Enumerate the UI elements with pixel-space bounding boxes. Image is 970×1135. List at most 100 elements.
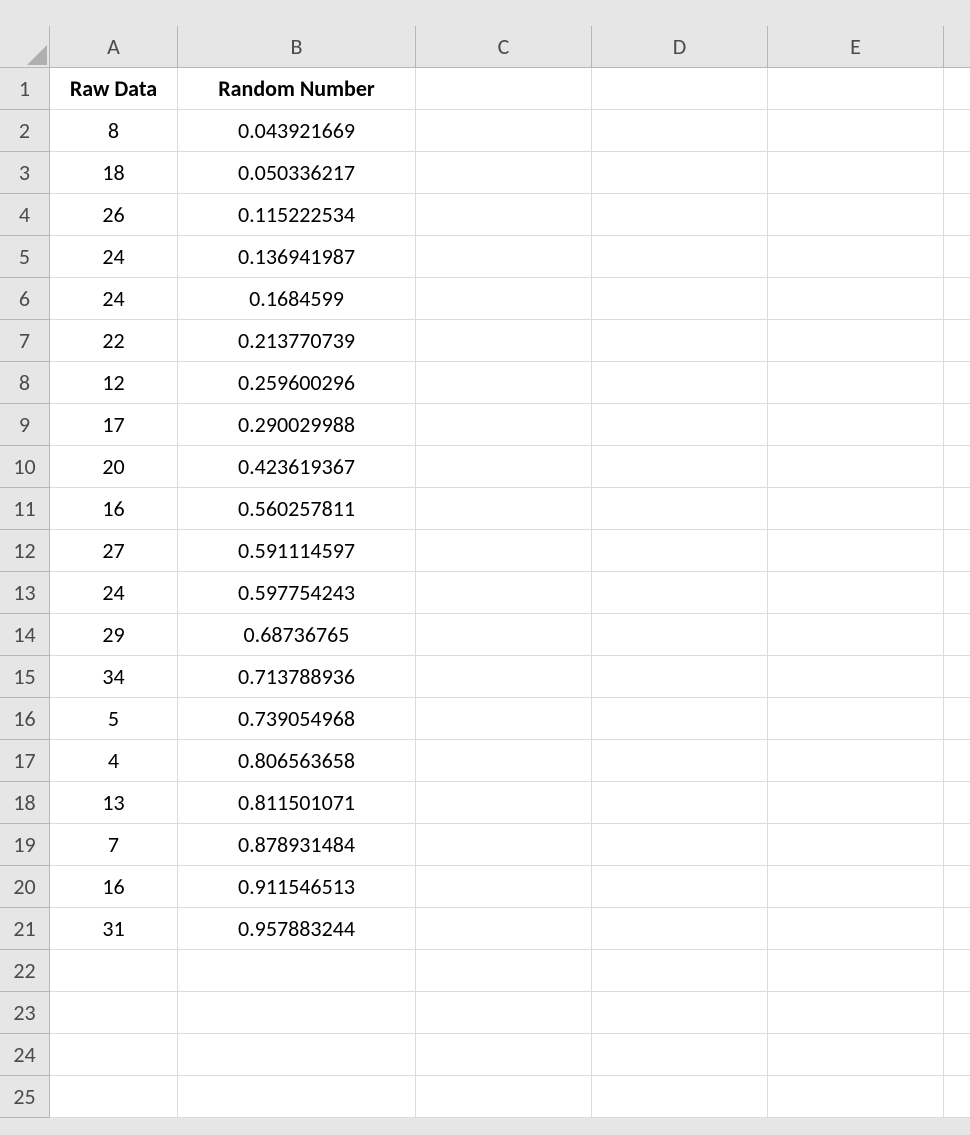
cell-F6[interactable] [944,278,970,320]
cell-B23[interactable] [178,992,416,1034]
cell-D11[interactable] [592,488,768,530]
row-header-11[interactable]: 11 [0,488,50,530]
cell-E14[interactable] [768,614,944,656]
cell-B4[interactable]: 0.115222534 [178,194,416,236]
column-header-B[interactable]: B [178,26,416,68]
cell-E20[interactable] [768,866,944,908]
row-header-25[interactable]: 25 [0,1076,50,1118]
cell-C15[interactable] [416,656,592,698]
cell-D21[interactable] [592,908,768,950]
cell-A9[interactable]: 17 [50,404,178,446]
cell-E17[interactable] [768,740,944,782]
cell-B3[interactable]: 0.050336217 [178,152,416,194]
cell-B10[interactable]: 0.423619367 [178,446,416,488]
cell-C13[interactable] [416,572,592,614]
cell-D25[interactable] [592,1076,768,1118]
cell-C10[interactable] [416,446,592,488]
cell-F24[interactable] [944,1034,970,1076]
cell-D24[interactable] [592,1034,768,1076]
cell-E10[interactable] [768,446,944,488]
cell-E12[interactable] [768,530,944,572]
row-header-13[interactable]: 13 [0,572,50,614]
cell-F5[interactable] [944,236,970,278]
column-header-D[interactable]: D [592,26,768,68]
cell-B2[interactable]: 0.043921669 [178,110,416,152]
cell-D1[interactable] [592,68,768,110]
cell-F7[interactable] [944,320,970,362]
cell-A12[interactable]: 27 [50,530,178,572]
row-header-2[interactable]: 2 [0,110,50,152]
column-header-C[interactable]: C [416,26,592,68]
cell-F15[interactable] [944,656,970,698]
row-header-10[interactable]: 10 [0,446,50,488]
cell-C17[interactable] [416,740,592,782]
cell-D19[interactable] [592,824,768,866]
cell-E9[interactable] [768,404,944,446]
cell-B7[interactable]: 0.213770739 [178,320,416,362]
cell-D2[interactable] [592,110,768,152]
cell-B11[interactable]: 0.560257811 [178,488,416,530]
cell-A3[interactable]: 18 [50,152,178,194]
cell-E25[interactable] [768,1076,944,1118]
cell-A23[interactable] [50,992,178,1034]
row-header-17[interactable]: 17 [0,740,50,782]
cell-C23[interactable] [416,992,592,1034]
cell-E16[interactable] [768,698,944,740]
cell-C1[interactable] [416,68,592,110]
cell-F4[interactable] [944,194,970,236]
row-header-22[interactable]: 22 [0,950,50,992]
cell-E5[interactable] [768,236,944,278]
cell-C6[interactable] [416,278,592,320]
cell-C3[interactable] [416,152,592,194]
cell-A24[interactable] [50,1034,178,1076]
cell-B24[interactable] [178,1034,416,1076]
cell-F14[interactable] [944,614,970,656]
cell-B25[interactable] [178,1076,416,1118]
cell-F3[interactable] [944,152,970,194]
cell-F8[interactable] [944,362,970,404]
row-header-20[interactable]: 20 [0,866,50,908]
cell-C2[interactable] [416,110,592,152]
row-header-16[interactable]: 16 [0,698,50,740]
cell-A15[interactable]: 34 [50,656,178,698]
row-header-1[interactable]: 1 [0,68,50,110]
cell-C14[interactable] [416,614,592,656]
cell-F11[interactable] [944,488,970,530]
cell-B6[interactable]: 0.1684599 [178,278,416,320]
cell-C4[interactable] [416,194,592,236]
cell-C21[interactable] [416,908,592,950]
cell-D4[interactable] [592,194,768,236]
cell-F23[interactable] [944,992,970,1034]
cell-E4[interactable] [768,194,944,236]
cell-A20[interactable]: 16 [50,866,178,908]
cell-A5[interactable]: 24 [50,236,178,278]
cell-F13[interactable] [944,572,970,614]
cell-D8[interactable] [592,362,768,404]
cell-A7[interactable]: 22 [50,320,178,362]
cell-A21[interactable]: 31 [50,908,178,950]
cell-E8[interactable] [768,362,944,404]
cell-C12[interactable] [416,530,592,572]
cell-A6[interactable]: 24 [50,278,178,320]
cell-E7[interactable] [768,320,944,362]
cell-C18[interactable] [416,782,592,824]
cell-D22[interactable] [592,950,768,992]
cell-A18[interactable]: 13 [50,782,178,824]
cell-C24[interactable] [416,1034,592,1076]
cell-B18[interactable]: 0.811501071 [178,782,416,824]
cell-D9[interactable] [592,404,768,446]
cell-F19[interactable] [944,824,970,866]
cell-A25[interactable] [50,1076,178,1118]
row-header-23[interactable]: 23 [0,992,50,1034]
cell-D10[interactable] [592,446,768,488]
cell-C20[interactable] [416,866,592,908]
cell-B1[interactable]: Random Number [178,68,416,110]
cell-D5[interactable] [592,236,768,278]
cell-E2[interactable] [768,110,944,152]
row-header-18[interactable]: 18 [0,782,50,824]
cell-D12[interactable] [592,530,768,572]
cell-C19[interactable] [416,824,592,866]
cell-E24[interactable] [768,1034,944,1076]
cell-E21[interactable] [768,908,944,950]
cell-C11[interactable] [416,488,592,530]
